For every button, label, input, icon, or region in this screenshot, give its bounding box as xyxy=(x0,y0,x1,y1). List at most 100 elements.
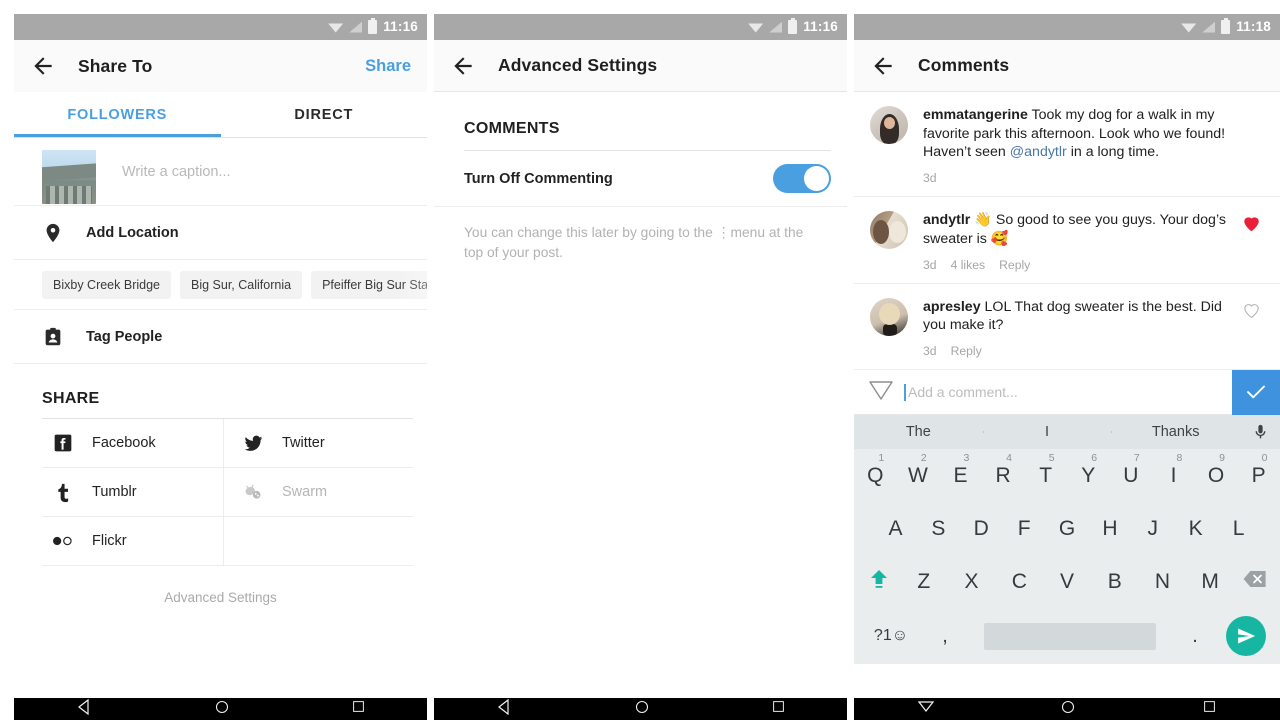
key-label: Y xyxy=(1081,463,1096,487)
share-target-flickr[interactable]: Flickr xyxy=(42,517,224,566)
add-location-row[interactable]: Add Location xyxy=(14,206,427,260)
key-c[interactable]: C xyxy=(995,570,1043,594)
share-target-twitter[interactable]: Twitter xyxy=(224,419,413,468)
share-target-facebook[interactable]: Facebook xyxy=(42,419,224,468)
key-label: Q xyxy=(867,463,884,487)
tab-direct[interactable]: DIRECT xyxy=(221,92,428,137)
caption-input[interactable]: Write a caption... xyxy=(122,164,231,180)
comment-item[interactable]: emmatangerine Took my dog for a walk in … xyxy=(854,92,1280,198)
key-a[interactable]: A xyxy=(874,517,917,541)
location-chip[interactable]: Bixby Creek Bridge xyxy=(42,270,171,299)
avatar[interactable] xyxy=(870,297,908,336)
nav-recents-icon[interactable] xyxy=(352,700,365,718)
nav-recents-icon[interactable] xyxy=(772,700,785,718)
key-x[interactable]: X xyxy=(948,570,996,594)
overflow-menu-icon: ⋮ xyxy=(716,225,731,240)
comment-item[interactable]: andytlr 👋 So good to see you guys. Your … xyxy=(854,197,1280,284)
comment-item[interactable]: apresley LOL That dog sweater is the bes… xyxy=(854,284,1280,371)
comment-username[interactable]: andytlr xyxy=(923,212,970,228)
key-d[interactable]: D xyxy=(960,517,1003,541)
add-comment-bar[interactable]: Add a comment... xyxy=(854,369,1280,416)
key-u[interactable]: 7U xyxy=(1110,452,1153,488)
nav-home-icon[interactable] xyxy=(1061,700,1075,719)
shift-key-icon[interactable] xyxy=(858,567,900,597)
share-target-swarm[interactable]: Swarm xyxy=(224,468,413,517)
back-arrow-icon[interactable] xyxy=(870,53,896,79)
comment-likes-count[interactable]: 4 likes xyxy=(951,258,986,272)
post-thumbnail xyxy=(42,150,96,204)
key-number: 1 xyxy=(878,451,885,464)
suggestion-chip[interactable]: Thanks xyxy=(1111,424,1240,440)
key-s[interactable]: S xyxy=(917,517,960,541)
back-arrow-icon[interactable] xyxy=(450,53,476,79)
like-heart-filled-icon[interactable] xyxy=(1242,211,1266,271)
advanced-settings-link[interactable]: Advanced Settings xyxy=(14,566,427,605)
turn-off-commenting-toggle[interactable] xyxy=(773,164,831,193)
share-target-label: Twitter xyxy=(282,435,325,451)
keyboard-row-2: A S D F G H J K L xyxy=(854,502,1280,555)
key-y[interactable]: 6Y xyxy=(1067,452,1110,488)
key-period[interactable]: . xyxy=(1172,625,1218,648)
spacebar-key[interactable] xyxy=(984,622,1156,650)
nav-back-icon[interactable] xyxy=(76,698,92,720)
comment-reply-button[interactable]: Reply xyxy=(999,258,1030,272)
key-b[interactable]: B xyxy=(1091,570,1139,594)
comment-username[interactable]: apresley xyxy=(923,299,981,315)
caption-row[interactable]: Write a caption... xyxy=(14,138,427,206)
key-comma[interactable]: , xyxy=(922,625,968,648)
turn-off-commenting-row[interactable]: Turn Off Commenting xyxy=(434,151,847,207)
comment-reply-button[interactable]: Reply xyxy=(951,344,982,358)
submit-comment-button[interactable] xyxy=(1232,369,1280,415)
avatar[interactable] xyxy=(870,106,908,144)
nav-home-icon[interactable] xyxy=(635,700,649,719)
share-target-tumblr[interactable]: Tumblr xyxy=(42,468,224,517)
comment-mention[interactable]: @andytlr xyxy=(1010,144,1067,160)
key-q[interactable]: 1Q xyxy=(854,452,897,488)
tag-people-row[interactable]: Tag People xyxy=(14,310,427,364)
status-bar: 11:16 xyxy=(434,14,847,40)
backspace-key-icon[interactable] xyxy=(1234,569,1276,595)
panel-advanced-settings: 11:16 Advanced Settings COMMENTS Turn Of… xyxy=(434,14,847,720)
key-m[interactable]: M xyxy=(1186,570,1234,594)
comment-username[interactable]: emmatangerine xyxy=(923,107,1028,123)
key-z[interactable]: Z xyxy=(900,570,948,594)
key-p[interactable]: 0P xyxy=(1237,452,1280,488)
add-comment-input[interactable]: Add a comment... xyxy=(908,384,1018,400)
key-e[interactable]: 3E xyxy=(939,452,982,488)
key-l[interactable]: L xyxy=(1217,517,1260,541)
key-j[interactable]: J xyxy=(1131,517,1174,541)
nav-back-icon[interactable] xyxy=(917,699,935,720)
suggestion-chip[interactable]: The xyxy=(854,424,983,440)
key-h[interactable]: H xyxy=(1088,517,1131,541)
battery-icon xyxy=(1221,18,1231,34)
key-k[interactable]: K xyxy=(1174,517,1217,541)
key-f[interactable]: F xyxy=(1003,517,1046,541)
key-i[interactable]: 8I xyxy=(1152,452,1195,488)
avatar[interactable] xyxy=(870,211,908,250)
nav-home-icon[interactable] xyxy=(215,700,229,719)
key-t[interactable]: 5T xyxy=(1024,452,1067,488)
location-chip[interactable]: Big Sur, California xyxy=(180,270,303,299)
key-n[interactable]: N xyxy=(1139,570,1187,594)
tumblr-icon xyxy=(52,481,74,503)
share-button[interactable]: Share xyxy=(365,57,411,76)
nav-recents-icon[interactable] xyxy=(1203,700,1216,718)
share-section-title: SHARE xyxy=(42,390,100,407)
key-o[interactable]: 9O xyxy=(1195,452,1238,488)
send-key-icon[interactable] xyxy=(1218,616,1274,657)
microphone-icon[interactable] xyxy=(1240,422,1280,442)
nav-back-icon[interactable] xyxy=(496,698,512,720)
key-v[interactable]: V xyxy=(1043,570,1091,594)
key-g[interactable]: G xyxy=(1046,517,1089,541)
location-chip[interactable]: Pfeiffer Big Sur State Park xyxy=(311,270,427,299)
key-w[interactable]: 2W xyxy=(897,452,940,488)
key-number: 7 xyxy=(1133,451,1140,464)
android-navigation-bar xyxy=(854,698,1280,720)
like-heart-outline-icon[interactable] xyxy=(1242,298,1266,358)
suggestion-chip[interactable]: I xyxy=(982,424,1112,440)
back-arrow-icon[interactable] xyxy=(30,53,56,79)
symbols-key[interactable]: ?1☺ xyxy=(860,627,922,645)
suggestion-strip: The I Thanks xyxy=(854,415,1280,450)
key-r[interactable]: 4R xyxy=(982,452,1025,488)
tab-followers[interactable]: FOLLOWERS xyxy=(14,92,221,137)
